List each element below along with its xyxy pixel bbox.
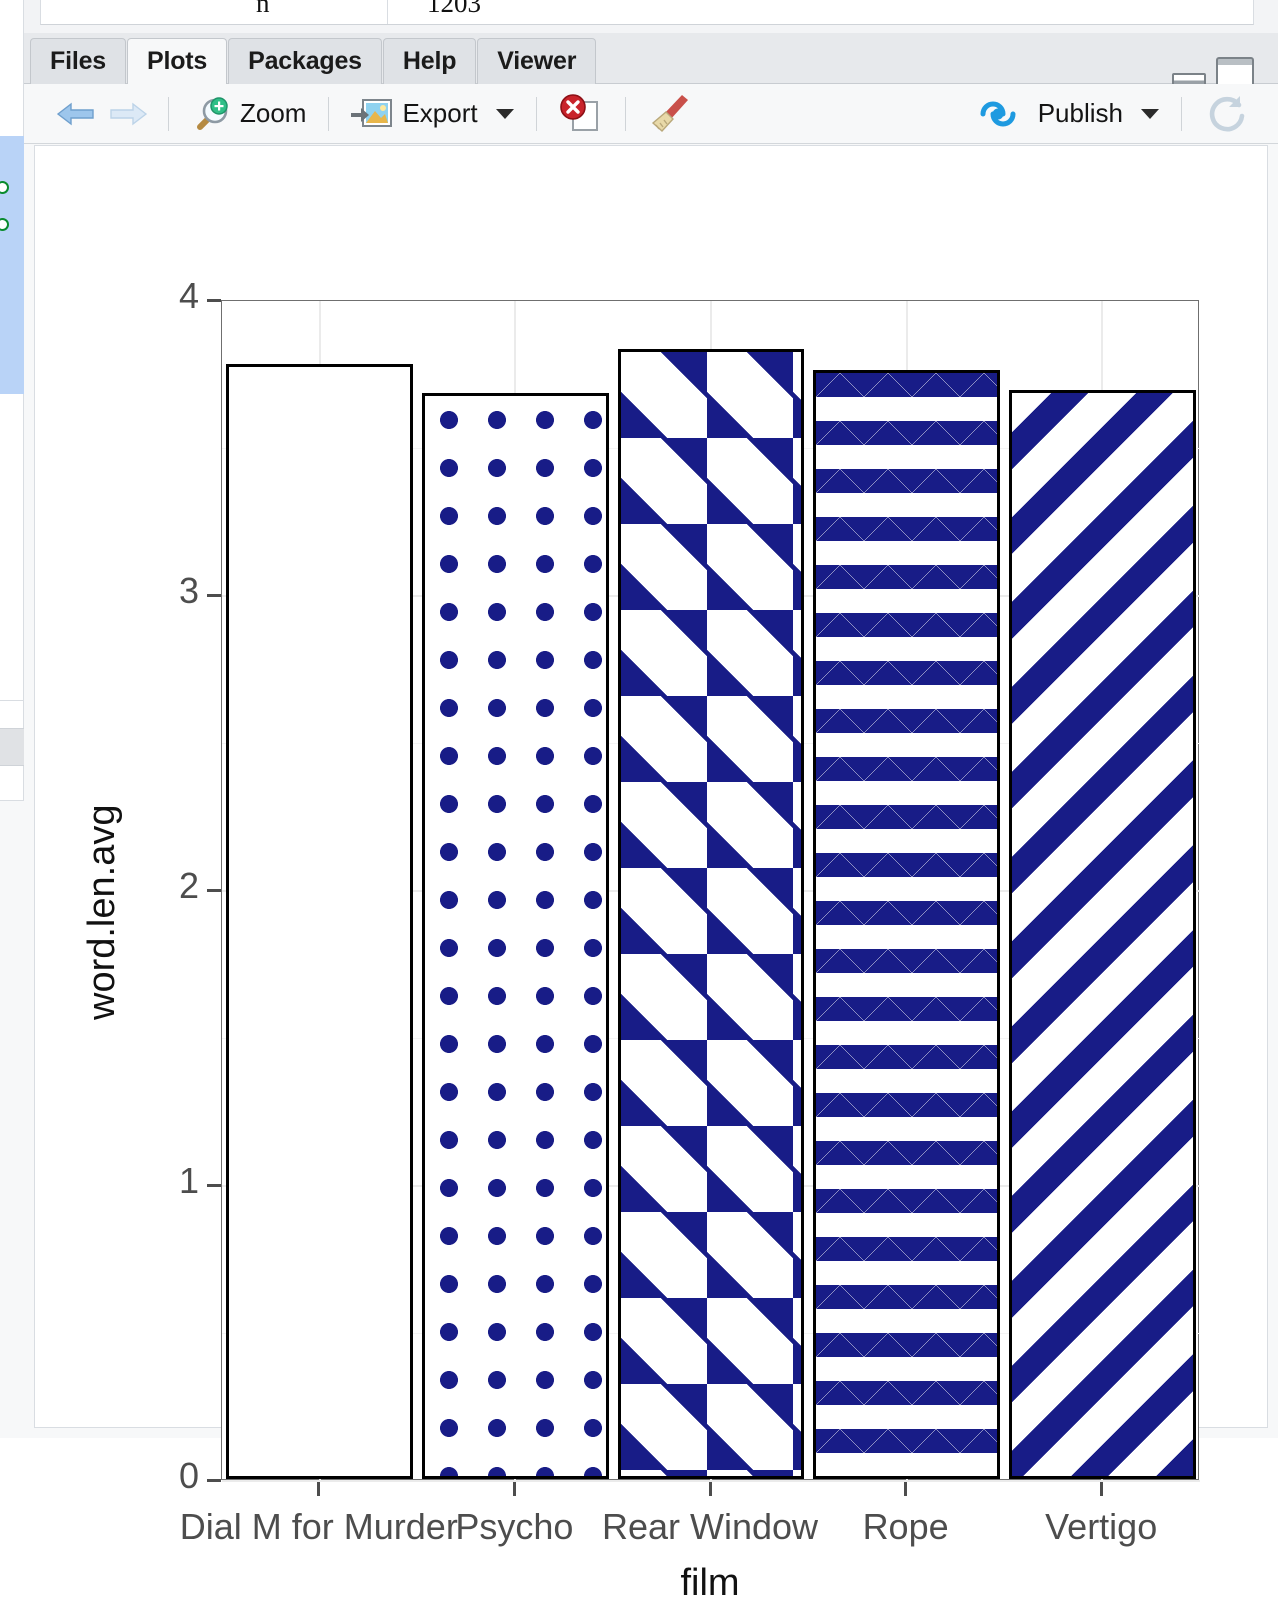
export-button[interactable]: Export bbox=[343, 92, 521, 136]
gutter-tail bbox=[0, 801, 24, 1438]
export-image-icon bbox=[351, 98, 393, 127]
tab-viewer[interactable]: Viewer bbox=[477, 38, 597, 84]
toolbar-separator bbox=[168, 96, 169, 131]
y-axis-tick-label: 0 bbox=[178, 1455, 199, 1496]
y-axis-tick bbox=[207, 1478, 221, 1482]
chevron-down-icon[interactable] bbox=[1141, 108, 1159, 119]
table-cell-left: n bbox=[256, 0, 270, 18]
refresh-icon bbox=[1209, 95, 1245, 131]
plots-pane: Files Plots Packages Help Viewer Zoom Ex… bbox=[24, 33, 1278, 1604]
broom-clear-icon bbox=[651, 94, 688, 132]
rstudio-window: n 1203 Files Plots Packages Help Viewer bbox=[0, 0, 1278, 1604]
x-axis-tick-label: Vertigo bbox=[1045, 1506, 1158, 1547]
y-axis-tick bbox=[207, 1183, 221, 1187]
bar-psycho bbox=[422, 393, 609, 1479]
remove-plot-button[interactable] bbox=[551, 90, 611, 138]
zoom-button[interactable]: Zoom bbox=[183, 90, 314, 138]
x-axis-tick bbox=[708, 1482, 712, 1496]
forward-arrow-icon bbox=[110, 102, 148, 125]
bar-rear-window bbox=[617, 349, 805, 1479]
y-axis-tick-label: 3 bbox=[178, 570, 199, 611]
table-cell-divider bbox=[387, 0, 388, 24]
x-axis-tick bbox=[512, 1482, 516, 1496]
ggplot-bar-chart: 0 1 2 3 4 Dial M for Murder Psycho Rear Window R… bbox=[35, 146, 1267, 1604]
tab-help[interactable]: Help bbox=[382, 38, 477, 84]
refresh-plot-button[interactable] bbox=[1196, 88, 1256, 140]
y-axis-tick-label: 4 bbox=[178, 275, 199, 316]
plots-toolbar: Zoom Export Publish bbox=[24, 84, 1278, 144]
magnifier-plus-icon bbox=[197, 96, 228, 130]
toolbar-separator bbox=[624, 96, 626, 131]
editor-gutter-strip bbox=[0, 0, 24, 1438]
chevron-down-icon[interactable] bbox=[495, 108, 514, 119]
toolbar-separator bbox=[328, 96, 330, 131]
toolbar-separator bbox=[535, 96, 537, 131]
y-axis-tick-label: 2 bbox=[178, 865, 199, 906]
tab-list: Files Plots Packages Help Viewer bbox=[30, 38, 597, 84]
tab-packages[interactable]: Packages bbox=[228, 38, 382, 84]
plot-panel bbox=[221, 300, 1200, 1482]
x-axis-title: film bbox=[680, 1562, 740, 1604]
y-axis-tick bbox=[207, 298, 221, 302]
tab-plots[interactable]: Plots bbox=[126, 38, 228, 84]
bar-dial-m-for-murder bbox=[226, 363, 414, 1479]
table-cell-right: 1203 bbox=[427, 0, 481, 18]
remove-plot-icon bbox=[559, 93, 598, 131]
y-axis-tick bbox=[207, 888, 221, 892]
bar-vertigo bbox=[1008, 390, 1196, 1479]
y-axis-tick bbox=[207, 593, 221, 597]
publish-button[interactable]: Publish bbox=[969, 94, 1167, 134]
gutter-selection-highlight bbox=[0, 136, 24, 394]
back-arrow-icon bbox=[56, 102, 94, 125]
previous-plot-button[interactable] bbox=[50, 94, 102, 134]
toolbar-separator bbox=[1181, 96, 1182, 131]
publish-icon bbox=[980, 101, 1016, 126]
plot-output-area: 0 1 2 3 4 Dial M for Murder Psycho Rear Window R… bbox=[34, 145, 1268, 1604]
gutter-block bbox=[0, 728, 24, 766]
export-label: Export bbox=[402, 98, 478, 128]
cut-off-table-row: n 1203 bbox=[40, 0, 1254, 25]
x-axis-tick bbox=[1099, 1482, 1103, 1496]
y-axis-title: word.len.avg bbox=[81, 804, 123, 1020]
zoom-label: Zoom bbox=[240, 98, 307, 128]
pane-tabbar: Files Plots Packages Help Viewer bbox=[24, 33, 1278, 89]
x-axis-tick bbox=[904, 1482, 908, 1496]
clear-all-plots-button[interactable] bbox=[640, 89, 700, 139]
publish-label: Publish bbox=[1037, 98, 1123, 128]
gutter-divider bbox=[0, 700, 24, 701]
bar-rope bbox=[813, 369, 1000, 1479]
y-axis-tick-label: 1 bbox=[178, 1160, 199, 1201]
next-plot-button[interactable] bbox=[102, 94, 154, 134]
tab-files[interactable]: Files bbox=[30, 38, 126, 84]
x-axis-tick bbox=[317, 1482, 321, 1496]
